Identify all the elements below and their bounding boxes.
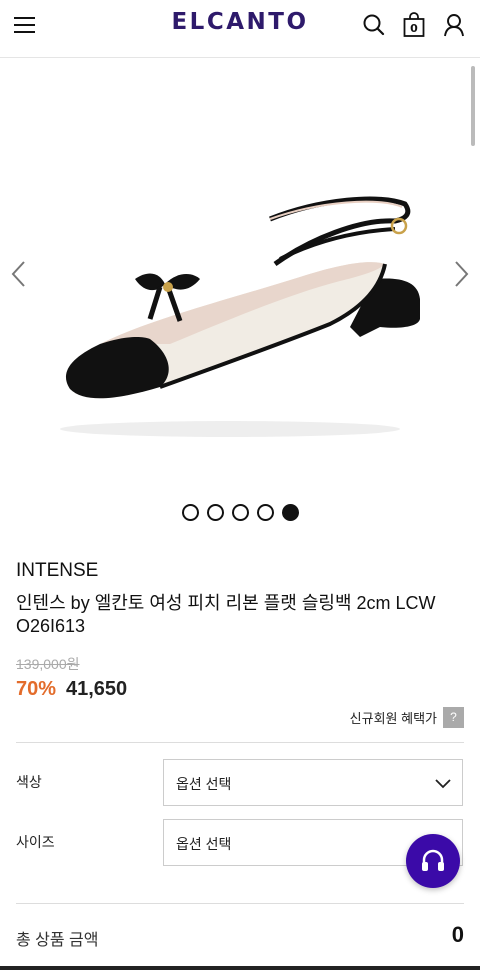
user-icon[interactable] <box>442 12 466 38</box>
divider <box>16 742 464 743</box>
shopping-bag-button[interactable]: 0 <box>402 12 426 38</box>
next-arrow-icon[interactable] <box>450 259 472 289</box>
size-select-value: 옵션 선택 <box>176 836 232 852</box>
total-amount-value: 0 <box>451 922 464 947</box>
search-icon[interactable] <box>362 12 386 38</box>
color-select[interactable]: 옵션 선택 <box>163 759 463 806</box>
product-title: 인텐스 by 엘칸토 여성 피치 리본 플랫 슬링백 2cm LCW O26I6… <box>16 593 436 636</box>
gallery-dot-1[interactable] <box>182 504 199 521</box>
brand-name[interactable]: INTENSE <box>16 560 98 582</box>
total-amount-label: 총 상품 금액 <box>16 932 99 949</box>
benefit-label: 신규회원 혜택가 <box>349 710 437 726</box>
sale-price: 41,650 <box>66 678 128 700</box>
benefit-help-button[interactable]: ? <box>443 706 464 728</box>
divider <box>16 903 464 904</box>
color-option-label: 색상 <box>16 774 42 790</box>
new-member-benefit: 신규회원 혜택가 ? <box>350 706 464 728</box>
gallery-dot-5[interactable] <box>282 504 299 521</box>
discount-rate: 70% <box>16 678 57 700</box>
gallery-dot-4[interactable] <box>257 504 274 521</box>
cart-count-badge: 0 <box>410 22 418 35</box>
product-gallery[interactable] <box>0 59 480 489</box>
previous-arrow-icon[interactable] <box>8 259 30 289</box>
original-price: 139,000원 <box>16 656 80 672</box>
bottom-bar <box>0 966 480 970</box>
gallery-dot-3[interactable] <box>232 504 249 521</box>
customer-support-button[interactable] <box>406 834 460 888</box>
site-header: ELCANTO 0 <box>0 0 480 58</box>
product-image <box>60 196 420 437</box>
gallery-dot-2[interactable] <box>207 504 224 521</box>
chevron-down-icon <box>435 779 451 789</box>
color-select-value: 옵션 선택 <box>176 776 232 792</box>
size-option-label: 사이즈 <box>16 834 55 850</box>
headset-icon <box>422 849 444 871</box>
